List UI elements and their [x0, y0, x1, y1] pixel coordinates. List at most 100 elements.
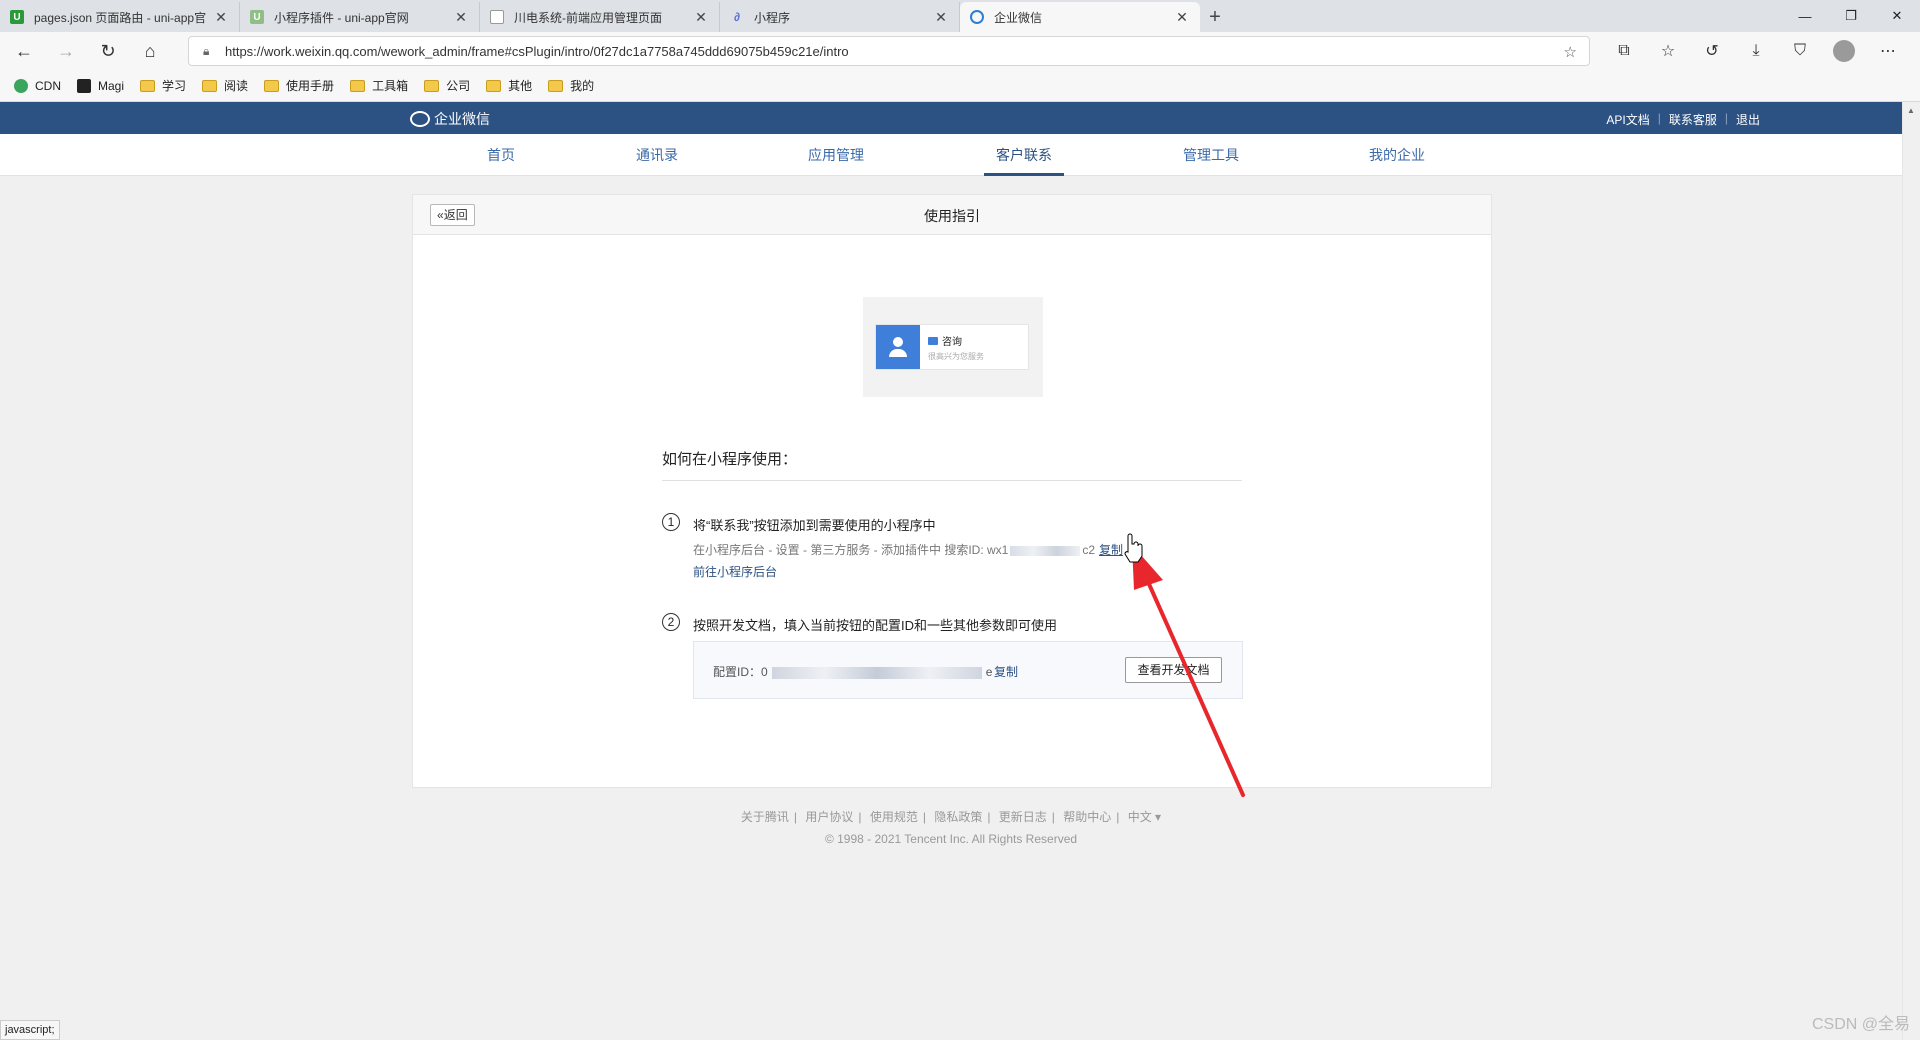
- window-controls: — ❐ ✕: [1782, 0, 1920, 32]
- nav-customer-contact[interactable]: 客户联系: [984, 134, 1064, 176]
- browser-tab[interactable]: U 小程序插件 - uni-app官网 ✕: [240, 2, 480, 32]
- user-avatar-icon: [876, 325, 920, 369]
- step-number-2: 2: [662, 613, 680, 631]
- bookmark-folder[interactable]: 公司: [424, 77, 470, 94]
- close-icon[interactable]: ✕: [933, 9, 949, 26]
- footer-link[interactable]: 更新日志: [999, 810, 1047, 824]
- browser-tools: ⧉ ☆ ↺ ⤓ ⛉ ⋯: [1602, 36, 1910, 66]
- step-1-description: 在小程序后台 - 设置 - 第三方服务 - 添加插件中 搜索ID: wx1 c2 复…: [693, 543, 1124, 557]
- folder-icon: [548, 79, 564, 92]
- folder-icon: [424, 79, 440, 92]
- extensions-icon[interactable]: ⧉: [1602, 36, 1646, 66]
- preview-title: 咨询: [928, 333, 962, 348]
- home-icon[interactable]: ⌂: [132, 36, 168, 66]
- profile-avatar[interactable]: [1833, 40, 1855, 62]
- magi-icon: [77, 78, 91, 93]
- tab-title: 企业微信: [994, 10, 1043, 25]
- nav-contacts[interactable]: 通讯录: [632, 134, 682, 176]
- copy-plugin-id-link[interactable]: 复制: [1099, 543, 1123, 557]
- new-tab-icon[interactable]: +: [1200, 2, 1230, 32]
- url-field[interactable]: 🔒︎ https://work.weixin.qq.com/wework_adm…: [188, 36, 1590, 66]
- close-icon[interactable]: ✕: [1174, 9, 1190, 26]
- redacted-id: [1010, 545, 1081, 556]
- browser-tab[interactable]: 川电系统-前端应用管理页面 ✕: [480, 2, 720, 32]
- tab-title: pages.json 页面路由 - uni-app官: [34, 10, 207, 25]
- language-select[interactable]: 中文 ▾: [1128, 810, 1161, 824]
- watermark: CSDN @全易: [1811, 1016, 1910, 1033]
- bookmark-folder[interactable]: 我的: [548, 77, 594, 94]
- copy-config-id-link[interactable]: 复制: [994, 663, 1018, 680]
- page-title: 使用指引: [924, 208, 980, 224]
- bookmark-folder[interactable]: 其他: [486, 77, 532, 94]
- browser-tab[interactable]: ∂ 小程序 ✕: [720, 2, 960, 32]
- footer-link[interactable]: 用户协议: [805, 810, 853, 824]
- close-icon[interactable]: ✕: [693, 9, 709, 26]
- bookmark-folder[interactable]: 工具箱: [350, 77, 408, 94]
- page-footer: 关于腾讯 | 用户协议 | 使用规范 | 隐私政策 | 更新日志 | 帮助中心 | 中文 ▾…: [0, 808, 1902, 846]
- footer-link[interactable]: 关于腾讯: [741, 810, 789, 824]
- scroll-up-icon[interactable]: ▲: [1907, 106, 1915, 115]
- step-2-title: 按照开发文档，填入当前按钮的配置ID和一些其他参数即可使用: [693, 618, 1058, 633]
- bookmark-folder[interactable]: 使用手册: [264, 77, 334, 94]
- bookmark-folder[interactable]: 阅读: [202, 77, 248, 94]
- browser-tab[interactable]: U pages.json 页面路由 - uni-app官 ✕: [0, 2, 240, 32]
- address-toolbar: ← → ↻ ⌂ 🔒︎ https://work.weixin.qq.com/we…: [0, 32, 1920, 70]
- minimize-icon[interactable]: —: [1782, 0, 1828, 32]
- nav-home[interactable]: 首页: [476, 134, 526, 176]
- logout-link[interactable]: 退出: [1736, 111, 1760, 128]
- nav-app-management[interactable]: 应用管理: [806, 134, 866, 176]
- goto-miniprogram-admin-link[interactable]: 前往小程序后台: [693, 563, 777, 580]
- api-docs-link[interactable]: API文档: [1606, 111, 1649, 128]
- folder-icon: [140, 79, 156, 92]
- card-header: «返回 使用指引: [413, 195, 1491, 235]
- nav-my-enterprise[interactable]: 我的企业: [1367, 134, 1427, 176]
- divider: [662, 480, 1242, 481]
- history-icon[interactable]: ↺: [1690, 36, 1734, 66]
- more-menu-icon[interactable]: ⋯: [1866, 36, 1910, 66]
- lock-icon[interactable]: 🔒︎: [203, 44, 215, 59]
- tab-title: 小程序: [754, 10, 791, 25]
- bookmarks-bar: CDN Magi 学习 阅读 使用手册 工具箱 公司 其他 我的: [0, 70, 1920, 102]
- folder-icon: [202, 79, 218, 92]
- browser-tab-strip: U pages.json 页面路由 - uni-app官 ✕ U 小程序插件 -…: [0, 0, 1920, 32]
- bookmark-folder[interactable]: 学习: [140, 77, 186, 94]
- wework-logo-icon: [410, 111, 430, 127]
- cdn-icon: [14, 78, 28, 93]
- copyright: © 1998 - 2021 Tencent Inc. All Rights Re…: [824, 832, 1078, 846]
- preview-subtitle: 很高兴为您服务: [928, 352, 984, 361]
- nav-management-tools[interactable]: 管理工具: [1181, 134, 1241, 176]
- footer-links: 关于腾讯 | 用户协议 | 使用规范 | 隐私政策 | 更新日志 | 帮助中心 | 中文 ▾: [740, 810, 1162, 824]
- tab-title: 小程序插件 - uni-app官网: [274, 10, 409, 25]
- bookmark-item[interactable]: Magi: [77, 78, 124, 93]
- section-title: 如何在小程序使用：: [662, 451, 798, 468]
- restore-icon[interactable]: ❐: [1828, 0, 1874, 32]
- folder-icon: [264, 79, 280, 92]
- url-text: https://work.weixin.qq.com/wework_admin/…: [225, 43, 849, 59]
- close-window-icon[interactable]: ✕: [1874, 0, 1920, 32]
- favorites-icon[interactable]: ☆: [1646, 36, 1690, 66]
- separator: |: [1657, 111, 1661, 125]
- wework-logo[interactable]: 企业微信: [410, 109, 490, 129]
- favorite-star-icon[interactable]: ☆: [1564, 43, 1577, 61]
- wework-icon: [970, 10, 984, 24]
- forward-arrow-icon[interactable]: →: [48, 36, 84, 66]
- refresh-icon[interactable]: ↻: [90, 36, 126, 66]
- back-arrow-icon[interactable]: ←: [6, 36, 42, 66]
- contact-support-link[interactable]: 联系客服: [1669, 111, 1717, 128]
- config-id-box: 配置ID：0 e 复制 查看开发文档: [693, 641, 1243, 699]
- footer-link[interactable]: 帮助中心: [1063, 810, 1111, 824]
- bookmark-item[interactable]: CDN: [14, 78, 61, 93]
- browser-tab-active[interactable]: 企业微信 ✕: [960, 2, 1200, 32]
- close-icon[interactable]: ✕: [453, 9, 469, 26]
- footer-link[interactable]: 隐私政策: [934, 810, 982, 824]
- tab-title: 川电系统-前端应用管理页面: [514, 10, 662, 25]
- page-scrollbar[interactable]: ▲: [1902, 102, 1920, 1040]
- footer-link[interactable]: 使用规范: [870, 810, 918, 824]
- close-icon[interactable]: ✕: [213, 9, 229, 26]
- view-dev-docs-button[interactable]: 查看开发文档: [1125, 657, 1222, 683]
- download-icon[interactable]: ⤓: [1734, 36, 1778, 66]
- config-id-row: 配置ID：0 e: [713, 665, 993, 679]
- page-viewport: 企业微信 API文档 | 联系客服 | 退出 首页 通讯录 应用管理 客户联系 …: [0, 102, 1920, 1040]
- preview-card: 咨询 很高兴为您服务: [875, 324, 1029, 370]
- shield-icon[interactable]: ⛉: [1778, 36, 1822, 66]
